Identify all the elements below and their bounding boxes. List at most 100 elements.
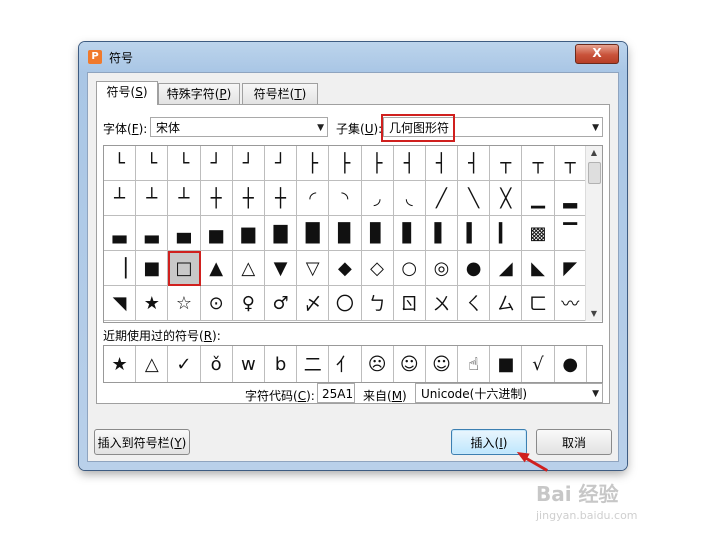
insert-button[interactable]: 插入(I) — [451, 429, 527, 455]
symbol-cell[interactable]: ▃ — [104, 216, 137, 251]
symbol-cell[interactable]: ⊙ — [200, 286, 233, 321]
symbol-cell[interactable]: ◟ — [393, 181, 426, 216]
symbol-cell[interactable]: ◢ — [490, 251, 523, 286]
symbol-cell[interactable]: └ — [136, 146, 169, 181]
symbol-cell[interactable]: ▎ — [490, 216, 523, 251]
symbol-cell[interactable]: ▍ — [458, 216, 491, 251]
symbol-cell[interactable]: ├ — [361, 146, 394, 181]
symbol-cell[interactable]: ◥ — [104, 286, 137, 321]
symbol-cell[interactable]: ┘ — [200, 146, 233, 181]
recent-symbol-cell[interactable]: ● — [555, 346, 587, 382]
symbol-cell[interactable]: ◝ — [329, 181, 362, 216]
symbol-cell[interactable]: ▂ — [554, 181, 587, 216]
recent-symbol-cell[interactable]: 亻 — [329, 346, 362, 382]
recent-symbol-cell[interactable]: ■ — [490, 346, 523, 382]
symbol-cell[interactable]: ▉ — [329, 216, 362, 251]
scroll-down-icon[interactable]: ▼ — [586, 307, 602, 321]
symbol-cell[interactable]: ▁ — [522, 181, 555, 216]
symbol-cell[interactable]: █ — [297, 216, 330, 251]
symbol-cell[interactable]: ㄙ — [490, 286, 523, 321]
insert-to-bar-button[interactable]: 插入到符号栏(Y) — [94, 429, 190, 455]
symbol-cell[interactable]: ┴ — [104, 181, 137, 216]
recent-symbol-cell[interactable]: 二 — [297, 346, 330, 382]
symbol-cell[interactable]: ┤ — [458, 146, 491, 181]
symbol-cell[interactable]: ┼ — [232, 181, 265, 216]
symbol-cell[interactable]: ● — [458, 251, 491, 286]
symbol-cell[interactable]: 〇 — [329, 286, 362, 321]
symbol-cell[interactable]: ▽ — [297, 251, 330, 286]
recent-symbol-cell[interactable]: △ — [136, 346, 169, 382]
symbol-cell[interactable]: ▼ — [264, 251, 298, 286]
symbol-cell[interactable]: ╲ — [458, 181, 491, 216]
symbol-cell[interactable]: ㄑ — [458, 286, 491, 321]
symbol-cell[interactable]: ㄈ — [522, 286, 555, 321]
symbol-cell[interactable]: ┼ — [264, 181, 298, 216]
symbol-cell[interactable]: ┬ — [522, 146, 555, 181]
symbol-cell[interactable]: ◇ — [361, 251, 394, 286]
symbol-cell[interactable]: 〆 — [297, 286, 330, 321]
symbol-cell[interactable]: ┬ — [490, 146, 523, 181]
recent-symbol-cell[interactable]: ★ — [104, 346, 137, 382]
recent-symbol-cell[interactable]: √ — [522, 346, 555, 382]
recent-symbol-cell[interactable]: ✓ — [168, 346, 201, 382]
grid-scrollbar[interactable]: ▲ ▼ — [585, 146, 602, 321]
symbol-cell[interactable]: ▄ — [168, 216, 201, 251]
symbol-cell[interactable]: ◜ — [297, 181, 330, 216]
symbol-cell[interactable]: ├ — [329, 146, 362, 181]
symbol-cell[interactable]: ┴ — [168, 181, 201, 216]
symbol-cell[interactable]: ○ — [393, 251, 426, 286]
symbol-cell[interactable]: ▃ — [136, 216, 169, 251]
symbol-cell[interactable]: ▋ — [393, 216, 426, 251]
symbol-cell[interactable]: └ — [104, 146, 137, 181]
symbol-cell[interactable]: ♀ — [232, 286, 265, 321]
symbol-cell[interactable]: ▅ — [200, 216, 233, 251]
symbol-cell[interactable]: ▔ — [554, 216, 587, 251]
symbol-cell[interactable]: ▕ — [104, 251, 137, 286]
symbol-cell[interactable]: ㄨ — [425, 286, 459, 321]
symbol-cell[interactable]: └ — [168, 146, 201, 181]
symbol-cell[interactable]: □ — [168, 251, 201, 286]
recent-symbol-cell[interactable]: ☺ — [394, 346, 426, 382]
symbol-cell[interactable]: ├ — [297, 146, 330, 181]
symbol-cell[interactable]: ┘ — [264, 146, 298, 181]
symbol-cell[interactable]: ◤ — [554, 251, 587, 286]
symbol-cell[interactable]: ◆ — [329, 251, 362, 286]
recent-symbol-cell[interactable]: ǒ — [201, 346, 233, 382]
symbol-cell[interactable]: ┬ — [554, 146, 587, 181]
symbol-cell[interactable]: ┘ — [232, 146, 265, 181]
symbol-cell[interactable]: ▇ — [264, 216, 298, 251]
symbol-cell[interactable]: ▌ — [425, 216, 459, 251]
recent-symbol-cell[interactable]: ☝ — [458, 346, 491, 382]
symbol-cell[interactable]: ▩ — [522, 216, 555, 251]
char-code-input[interactable]: 25A1 — [317, 383, 355, 403]
symbol-cell[interactable]: ╱ — [425, 181, 459, 216]
encoding-select[interactable]: Unicode(十六进制) ▼ — [415, 383, 603, 403]
recent-symbol-cell[interactable]: ☹ — [362, 346, 394, 382]
symbol-cell[interactable]: ◎ — [425, 251, 459, 286]
tab-symbols[interactable]: 符号(S) — [96, 81, 158, 105]
symbol-cell[interactable]: ▊ — [361, 216, 394, 251]
scroll-thumb[interactable] — [588, 162, 601, 184]
symbol-cell[interactable]: ┤ — [393, 146, 426, 181]
symbol-cell[interactable]: ◣ — [522, 251, 555, 286]
recent-symbol-cell[interactable]: w — [233, 346, 265, 382]
symbol-cell[interactable]: ┴ — [136, 181, 169, 216]
symbol-cell[interactable]: ┤ — [425, 146, 459, 181]
symbol-cell[interactable]: △ — [232, 251, 265, 286]
tab-symbol-bar[interactable]: 符号栏(T) — [242, 83, 318, 104]
symbol-cell[interactable]: ★ — [136, 286, 169, 321]
symbol-cell[interactable]: ▲ — [200, 251, 233, 286]
symbol-cell[interactable]: ㄅ — [361, 286, 394, 321]
symbol-cell[interactable]: ┼ — [200, 181, 233, 216]
symbol-cell[interactable]: ☆ — [168, 286, 201, 321]
recent-symbol-cell[interactable]: ☺ — [426, 346, 459, 382]
recent-symbol-cell[interactable]: b — [265, 346, 298, 382]
symbol-cell[interactable]: ◞ — [361, 181, 394, 216]
scroll-up-icon[interactable]: ▲ — [586, 146, 602, 160]
symbol-cell[interactable]: ㄖ — [393, 286, 426, 321]
tab-special-chars[interactable]: 特殊字符(P) — [158, 83, 240, 104]
symbol-cell[interactable]: ♂ — [264, 286, 298, 321]
font-select[interactable]: 宋体 ▼ — [150, 117, 328, 137]
symbol-cell[interactable]: 〰 — [554, 286, 587, 321]
symbol-cell[interactable]: ■ — [136, 251, 169, 286]
